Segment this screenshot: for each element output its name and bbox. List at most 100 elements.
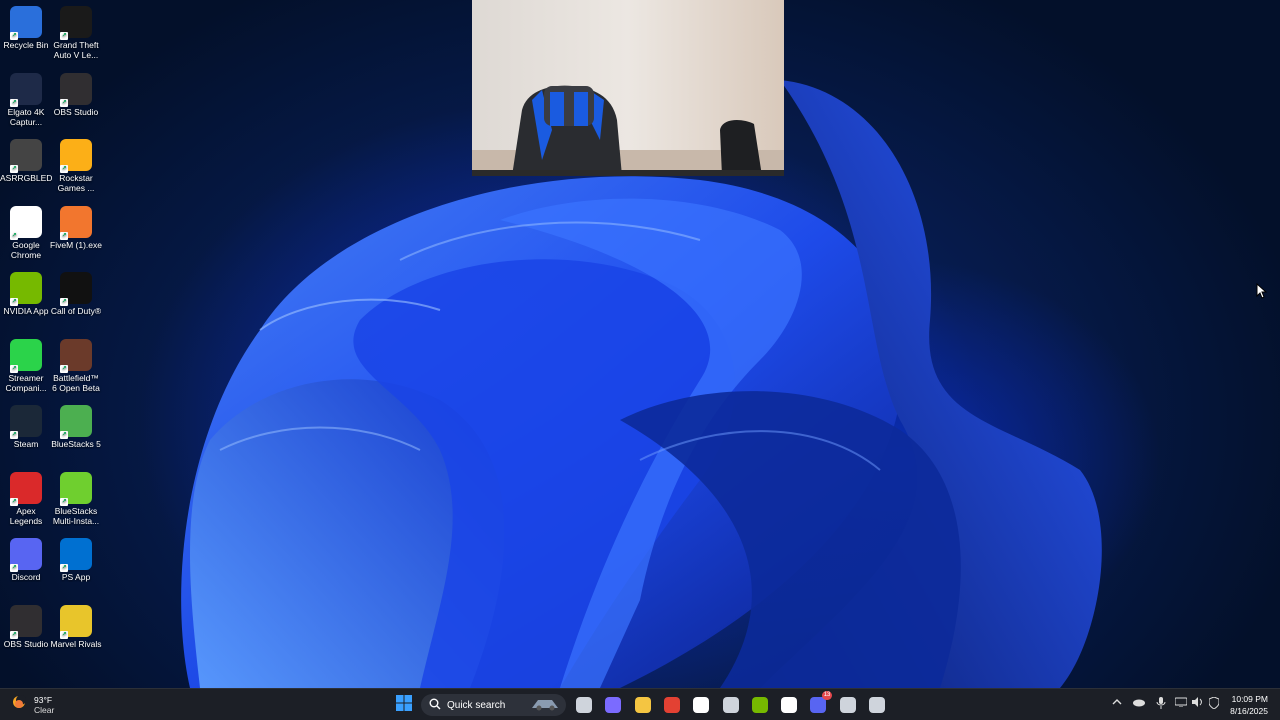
bluestacks-multi-icon: ↗ <box>60 471 92 506</box>
shortcut-arrow-icon: ↗ <box>10 364 18 373</box>
desktop-icon[interactable]: ↗ Call of Duty® <box>50 272 102 316</box>
fivem-icon: ↗ <box>60 205 92 240</box>
desktop-icon-label: Google Chrome <box>10 239 42 260</box>
shortcut-arrow-icon: ↗ <box>60 98 68 107</box>
obs-icon: ↗ <box>60 72 92 107</box>
desktop-icon[interactable]: ↗ Marvel Rivals <box>50 604 102 649</box>
desktop-icon[interactable]: ↗ Streamer Compani... <box>0 338 52 393</box>
shortcut-arrow-icon: ↗ <box>10 231 18 240</box>
file-explorer-icon <box>634 697 651 713</box>
desktop-icon-label: Call of Duty® <box>50 306 102 316</box>
desktop-icon-label: PS App <box>61 572 91 582</box>
desktop-icon[interactable]: ↗ Discord <box>0 538 52 582</box>
bluestacks-icon: ↗ <box>60 405 92 439</box>
streamer-companion-icon: ↗ <box>10 338 42 373</box>
weather-widget[interactable]: 93°F Clear <box>10 693 54 716</box>
taskbar-app-button[interactable] <box>601 693 625 717</box>
microsoft-store-icon <box>693 697 710 713</box>
desktop-icon-label: NVIDIA App <box>3 306 49 316</box>
desktop-icon[interactable]: ↗ ASRRGBLED <box>0 139 52 183</box>
chrome-icon: ↗ <box>10 205 42 240</box>
desktop-icon-label: BlueStacks Multi-Insta... <box>52 505 100 526</box>
desktop-icon-label: Recycle Bin <box>3 40 49 50</box>
desktop-icon[interactable]: ↗ Battlefield™ 6 Open Beta <box>50 338 102 393</box>
start-button[interactable] <box>392 693 416 717</box>
shortcut-arrow-icon: ↗ <box>10 98 18 107</box>
desktop-icon[interactable]: ↗ OBS Studio <box>0 604 52 649</box>
network-icon[interactable] <box>1174 697 1188 710</box>
desktop-icon-label: FiveM (1).exe <box>50 239 102 250</box>
desktop-icon-label: BlueStacks 5 <box>51 439 101 449</box>
desktop-icon-label: Battlefield™ 6 Open Beta <box>52 372 100 393</box>
shortcut-arrow-icon: ↗ <box>60 298 68 306</box>
taskbar-app-button[interactable] <box>572 693 596 717</box>
taskbar-search[interactable]: Quick search <box>421 694 566 716</box>
shortcut-arrow-icon: ↗ <box>10 497 18 506</box>
clock-date: 8/16/2025 <box>1230 706 1268 716</box>
desktop-icon[interactable]: ↗ BlueStacks 5 <box>50 405 102 449</box>
task-view-icon <box>576 697 592 713</box>
shortcut-arrow-icon: ↗ <box>60 364 68 373</box>
volume-icon[interactable] <box>1192 697 1204 710</box>
copilot-icon <box>605 697 622 713</box>
desktop-icon-label: Streamer Compani... <box>5 372 47 393</box>
desktop-icon[interactable]: ↗ Rockstar Games ... <box>50 139 102 193</box>
search-icon <box>429 698 441 713</box>
desktop-icon[interactable]: ↗ Grand Theft Auto V Le... <box>50 6 102 60</box>
cod-icon: ↗ <box>60 272 92 306</box>
taskbar-app-button[interactable] <box>777 693 801 717</box>
desktop-icon[interactable]: ↗ Elgato 4K Captur... <box>0 72 52 127</box>
elgato-4k-icon <box>869 697 885 713</box>
shortcut-arrow-icon: ↗ <box>10 630 18 639</box>
taskbar-app-button[interactable] <box>865 693 889 717</box>
gaming-chair-image <box>472 85 784 176</box>
onedrive-icon[interactable] <box>1132 697 1146 710</box>
desktop-icon-label: Rockstar Games ... <box>57 173 95 193</box>
desktop-icon[interactable]: ↗ Steam <box>0 405 52 449</box>
desktop-icon-label: Elgato 4K Captur... <box>7 106 45 127</box>
shortcut-arrow-icon: ↗ <box>10 564 18 572</box>
shortcut-arrow-icon: ↗ <box>60 231 68 240</box>
microphone-icon[interactable] <box>1156 697 1166 712</box>
show-hidden-icons[interactable] <box>1112 697 1122 710</box>
desktop-icon[interactable]: ↗ PS App <box>50 538 102 582</box>
desktop-icon[interactable]: ↗ FiveM (1).exe <box>50 205 102 250</box>
search-highlight-icon <box>530 696 560 715</box>
desktop-icon-label: Marvel Rivals <box>50 638 102 649</box>
desktop-icon[interactable]: ↗ Apex Legends <box>0 471 52 526</box>
taskbar-app-button[interactable] <box>748 693 772 717</box>
security-shield-icon[interactable] <box>1208 696 1220 712</box>
shortcut-arrow-icon: ↗ <box>10 431 18 439</box>
chrome-icon <box>663 697 680 713</box>
nvidia-icon: ↗ <box>10 272 42 306</box>
shortcut-arrow-icon: ↗ <box>10 298 18 306</box>
shortcut-arrow-icon: ↗ <box>60 630 68 639</box>
obs-icon: ↗ <box>10 604 42 639</box>
rockstar-icon: ↗ <box>60 139 92 173</box>
desktop-icon[interactable]: ↗ NVIDIA App <box>0 272 52 316</box>
shortcut-arrow-icon: ↗ <box>60 32 68 40</box>
desktop-icon-label: Grand Theft Auto V Le... <box>53 40 99 60</box>
desktop-icon[interactable]: ↗ Recycle Bin <box>0 6 52 50</box>
taskbar-app-button[interactable] <box>836 693 860 717</box>
desktop-icon[interactable]: ↗ OBS Studio <box>50 72 102 117</box>
shortcut-arrow-icon: ↗ <box>10 165 18 173</box>
marvel-rivals-icon: ↗ <box>60 604 92 639</box>
windows-logo-icon <box>396 694 412 716</box>
shortcut-arrow-icon: ↗ <box>60 165 68 173</box>
desktop-icon[interactable]: ↗ Google Chrome <box>0 205 52 260</box>
taskbar-app-button[interactable] <box>689 693 713 717</box>
taskbar-app-button[interactable] <box>660 693 684 717</box>
ps-app-icon: ↗ <box>60 538 92 572</box>
taskbar-app-button[interactable]: 13 <box>806 691 833 717</box>
taskbar-app-button[interactable] <box>719 693 743 717</box>
unreal-icon <box>781 697 798 713</box>
webcam-preview <box>472 0 784 176</box>
system-clock[interactable]: 10:09 PM 8/16/2025 <box>1230 693 1268 717</box>
battlefield-icon: ↗ <box>60 338 92 373</box>
desktop-icon[interactable]: ↗ BlueStacks Multi-Insta... <box>50 471 102 526</box>
nvidia-icon <box>751 697 768 713</box>
taskbar-app-button[interactable] <box>631 693 655 717</box>
mouse-cursor <box>1256 282 1268 304</box>
elgato-icon: ↗ <box>10 72 42 107</box>
